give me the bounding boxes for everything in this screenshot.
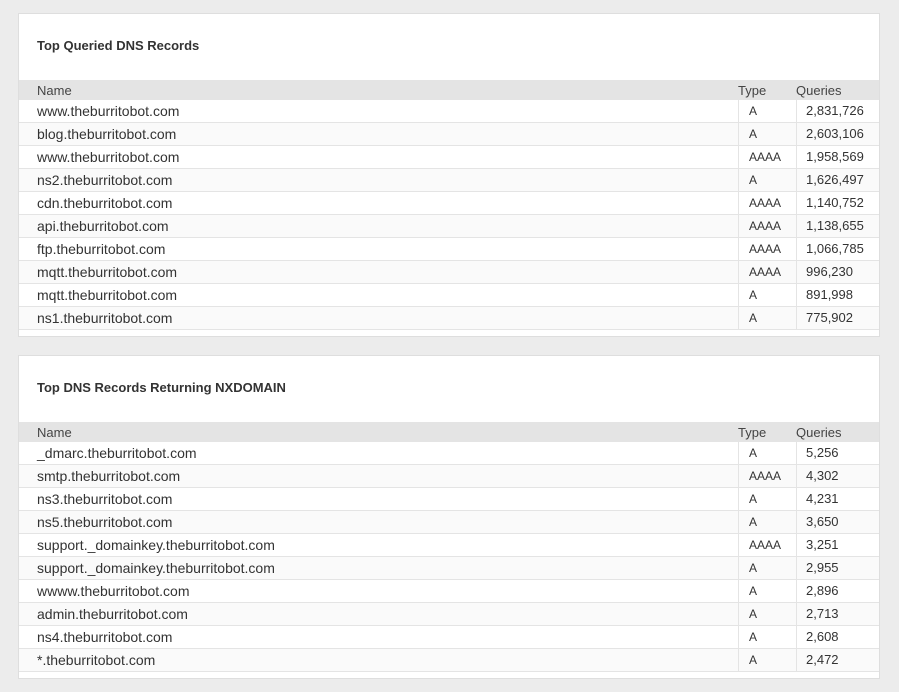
table-body: www.theburritobot.com A 2,831,726 blog.theb… xyxy=(19,100,879,330)
record-name: support._domainkey.theburritobot.com xyxy=(37,537,275,553)
record-type: A xyxy=(738,511,796,533)
table-row[interactable]: blog.theburritobot.com A 2,603,106 xyxy=(19,123,879,146)
record-type: AAAA xyxy=(738,146,796,168)
table-header: Name Type Queries xyxy=(19,422,879,442)
table-row[interactable]: ftp.theburritobot.com AAAA 1,066,785 xyxy=(19,238,879,261)
record-queries: 2,713 xyxy=(796,603,879,625)
record-queries: 2,831,726 xyxy=(796,100,879,122)
record-queries: 891,998 xyxy=(796,284,879,306)
record-queries: 996,230 xyxy=(796,261,879,283)
record-type: A xyxy=(738,123,796,145)
table-row[interactable]: cdn.theburritobot.com AAAA 1,140,752 xyxy=(19,192,879,215)
record-name: mqtt.theburritobot.com xyxy=(37,264,178,280)
record-queries: 775,902 xyxy=(796,307,879,329)
table-body: _dmarc.theburritobot.com A 5,256 smtp.thebu… xyxy=(19,442,879,672)
table-row[interactable]: ns3.theburritobot.com A 4,231 xyxy=(19,488,879,511)
record-name: smtp.theburritobot.com xyxy=(37,468,181,484)
table-row[interactable]: support._domainkey.theburritobot.com A 2,9… xyxy=(19,557,879,580)
table-row[interactable]: www.theburritobot.com AAAA 1,958,569 xyxy=(19,146,879,169)
table-row[interactable]: mqtt.theburritobot.com A 891,998 xyxy=(19,284,879,307)
record-type: A xyxy=(738,307,796,329)
record-queries: 2,603,106 xyxy=(796,123,879,145)
table-row[interactable]: api.theburritobot.com AAAA 1,138,655 xyxy=(19,215,879,238)
record-type: A xyxy=(738,580,796,602)
record-name: wwww.theburritobot.com xyxy=(37,583,190,599)
table-row[interactable]: _dmarc.theburritobot.com A 5,256 xyxy=(19,442,879,465)
top-queried-table: Name Type Queries www.theburritobot.com A… xyxy=(19,80,879,330)
table-row[interactable]: smtp.theburritobot.com AAAA 4,302 xyxy=(19,465,879,488)
record-type: A xyxy=(738,603,796,625)
card-title: Top DNS Records Returning NXDOMAIN xyxy=(37,380,286,395)
table-row[interactable]: support._domainkey.theburritobot.com AAAA… xyxy=(19,534,879,557)
record-queries: 1,958,569 xyxy=(796,146,879,168)
table-row[interactable]: *.theburritobot.com A 2,472 xyxy=(19,649,879,672)
column-header-queries[interactable]: Queries xyxy=(796,425,842,440)
record-type: AAAA xyxy=(738,238,796,260)
record-name: ns5.theburritobot.com xyxy=(37,514,173,530)
record-queries: 2,472 xyxy=(796,649,879,671)
table-row[interactable]: ns2.theburritobot.com A 1,626,497 xyxy=(19,169,879,192)
record-type: AAAA xyxy=(738,261,796,283)
record-queries: 5,256 xyxy=(796,442,879,464)
record-queries: 2,896 xyxy=(796,580,879,602)
nxdomain-table: Name Type Queries _dmarc.theburritobot.c… xyxy=(19,422,879,672)
record-queries: 4,302 xyxy=(796,465,879,487)
record-name: *.theburritobot.com xyxy=(37,652,156,668)
card-title: Top Queried DNS Records xyxy=(37,38,200,53)
record-type: A xyxy=(738,100,796,122)
record-type: A xyxy=(738,488,796,510)
top-queried-records-card: Top Queried DNS Records Name Type Querie… xyxy=(18,13,880,337)
column-header-name[interactable]: Name xyxy=(37,425,72,440)
table-row[interactable]: ns1.theburritobot.com A 775,902 xyxy=(19,307,879,330)
record-type: A xyxy=(738,626,796,648)
record-name: www.theburritobot.com xyxy=(37,103,180,119)
record-name: _dmarc.theburritobot.com xyxy=(37,445,197,461)
record-name: admin.theburritobot.com xyxy=(37,606,188,622)
record-name: support._domainkey.theburritobot.com xyxy=(37,560,275,576)
table-row[interactable]: admin.theburritobot.com A 2,713 xyxy=(19,603,879,626)
table-row[interactable]: mqtt.theburritobot.com AAAA 996,230 xyxy=(19,261,879,284)
record-queries: 3,650 xyxy=(796,511,879,533)
column-header-type[interactable]: Type xyxy=(738,425,766,440)
record-name: ns2.theburritobot.com xyxy=(37,172,173,188)
record-queries: 3,251 xyxy=(796,534,879,556)
record-queries: 4,231 xyxy=(796,488,879,510)
record-queries: 1,626,497 xyxy=(796,169,879,191)
record-name: mqtt.theburritobot.com xyxy=(37,287,178,303)
record-type: A xyxy=(738,442,796,464)
nxdomain-records-card: Top DNS Records Returning NXDOMAIN Name … xyxy=(18,355,880,679)
record-name: ns3.theburritobot.com xyxy=(37,491,173,507)
record-name: cdn.theburritobot.com xyxy=(37,195,173,211)
record-type: AAAA xyxy=(738,465,796,487)
table-row[interactable]: ns5.theburritobot.com A 3,650 xyxy=(19,511,879,534)
record-name: ns1.theburritobot.com xyxy=(37,310,173,326)
table-row[interactable]: ns4.theburritobot.com A 2,608 xyxy=(19,626,879,649)
record-type: AAAA xyxy=(738,192,796,214)
record-type: A xyxy=(738,284,796,306)
table-row[interactable]: wwww.theburritobot.com A 2,896 xyxy=(19,580,879,603)
record-type: A xyxy=(738,169,796,191)
record-name: ftp.theburritobot.com xyxy=(37,241,166,257)
record-queries: 2,608 xyxy=(796,626,879,648)
table-row[interactable]: www.theburritobot.com A 2,831,726 xyxy=(19,100,879,123)
record-type: AAAA xyxy=(738,534,796,556)
record-type: A xyxy=(738,649,796,671)
column-header-queries[interactable]: Queries xyxy=(796,83,842,98)
record-queries: 1,140,752 xyxy=(796,192,879,214)
column-header-type[interactable]: Type xyxy=(738,83,766,98)
record-type: AAAA xyxy=(738,215,796,237)
record-name: blog.theburritobot.com xyxy=(37,126,177,142)
table-header: Name Type Queries xyxy=(19,80,879,100)
record-queries: 1,138,655 xyxy=(796,215,879,237)
record-queries: 1,066,785 xyxy=(796,238,879,260)
column-header-name[interactable]: Name xyxy=(37,83,72,98)
record-name: www.theburritobot.com xyxy=(37,149,180,165)
record-type: A xyxy=(738,557,796,579)
record-queries: 2,955 xyxy=(796,557,879,579)
record-name: api.theburritobot.com xyxy=(37,218,169,234)
record-name: ns4.theburritobot.com xyxy=(37,629,173,645)
